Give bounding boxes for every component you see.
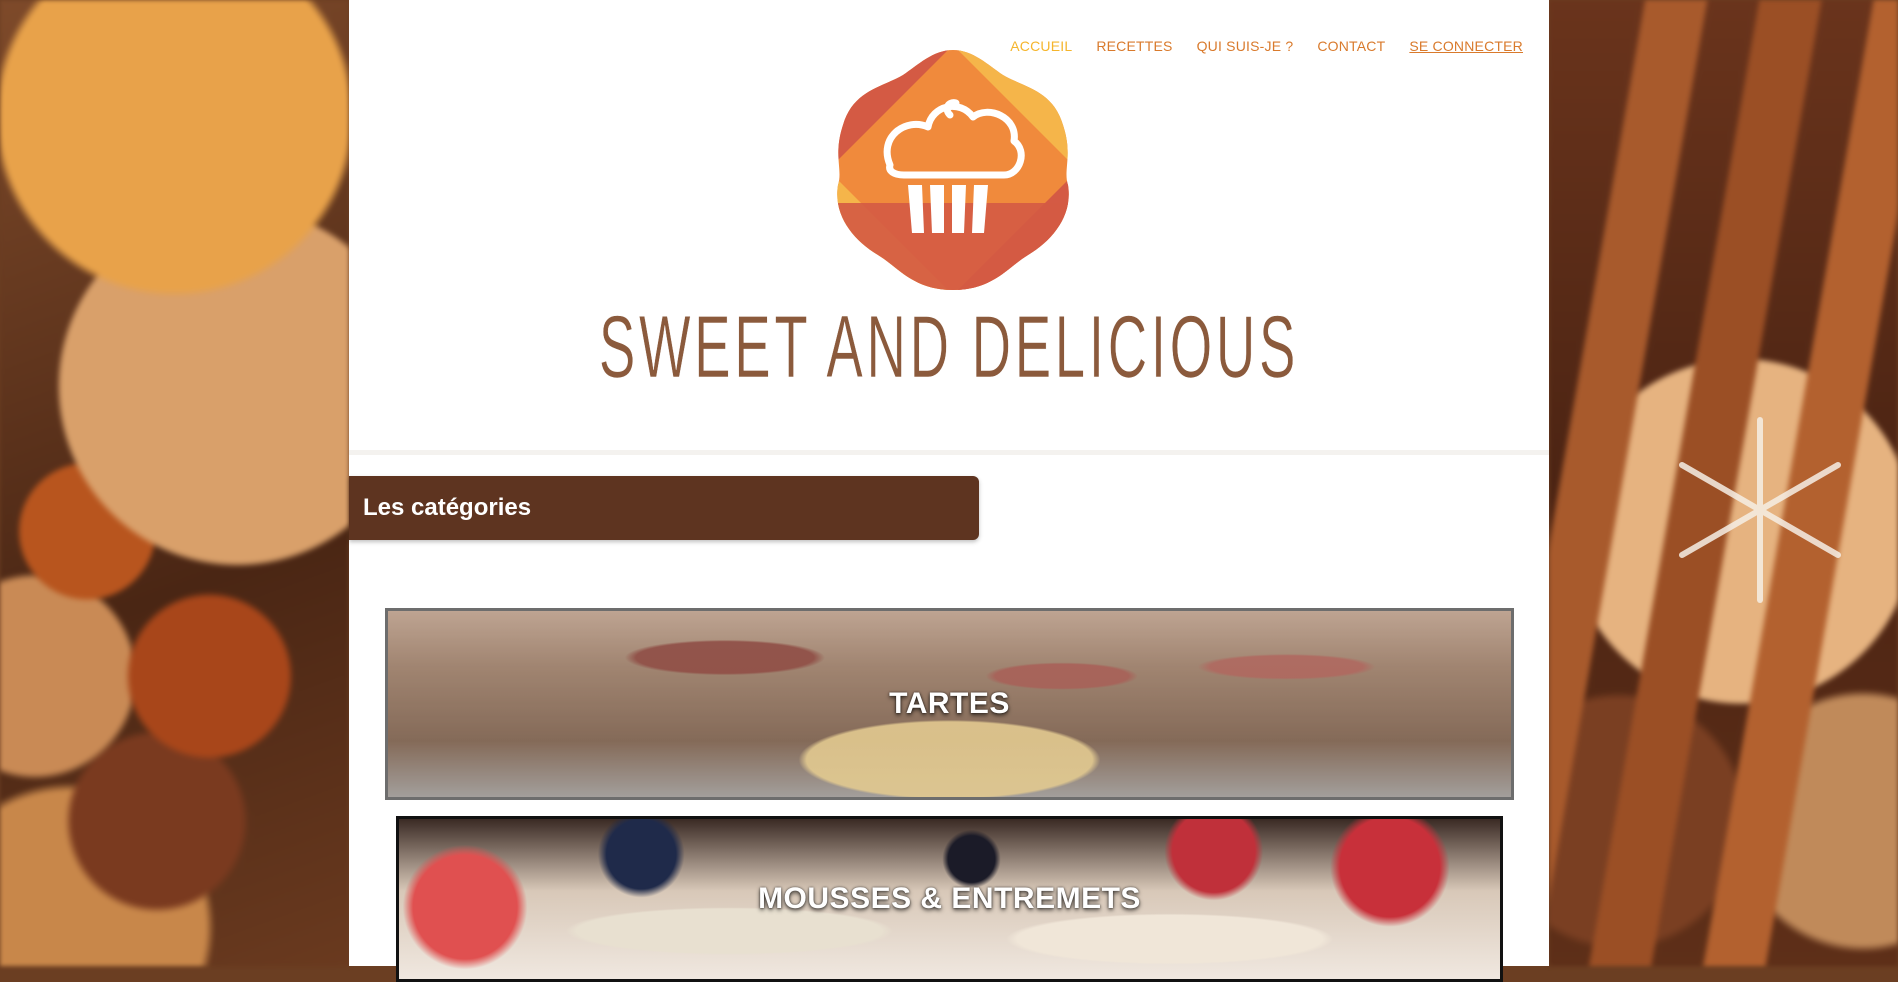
categories-title: Les catégories <box>363 494 532 521</box>
main-nav: ACCUEIL RECETTES QUI SUIS-JE ? CONTACT S… <box>1010 38 1523 54</box>
categories-header: Les catégories <box>349 476 979 540</box>
site-header: ACCUEIL RECETTES QUI SUIS-JE ? CONTACT S… <box>349 0 1549 455</box>
nav-contact[interactable]: CONTACT <box>1317 38 1385 54</box>
nav-se-connecter[interactable]: SE CONNECTER <box>1409 38 1523 54</box>
snowflake-cookie-decoration <box>1679 417 1841 603</box>
nav-qui-suis-je[interactable]: QUI SUIS-JE ? <box>1197 38 1294 54</box>
category-label: MOUSSES & ENTREMETS <box>758 882 1141 915</box>
brand-name: SWEET AND DELICIOUS <box>598 297 1300 397</box>
main-content: ACCUEIL RECETTES QUI SUIS-JE ? CONTACT S… <box>349 0 1549 982</box>
category-card-tartes[interactable]: TARTES <box>385 608 1514 800</box>
category-label: TARTES <box>889 687 1010 720</box>
cupcake-icon[interactable] <box>828 45 1078 295</box>
background-left <box>0 0 349 966</box>
category-card-mousses-entremets[interactable]: MOUSSES & ENTREMETS <box>396 816 1503 982</box>
nav-recettes[interactable]: RECETTES <box>1096 38 1172 54</box>
